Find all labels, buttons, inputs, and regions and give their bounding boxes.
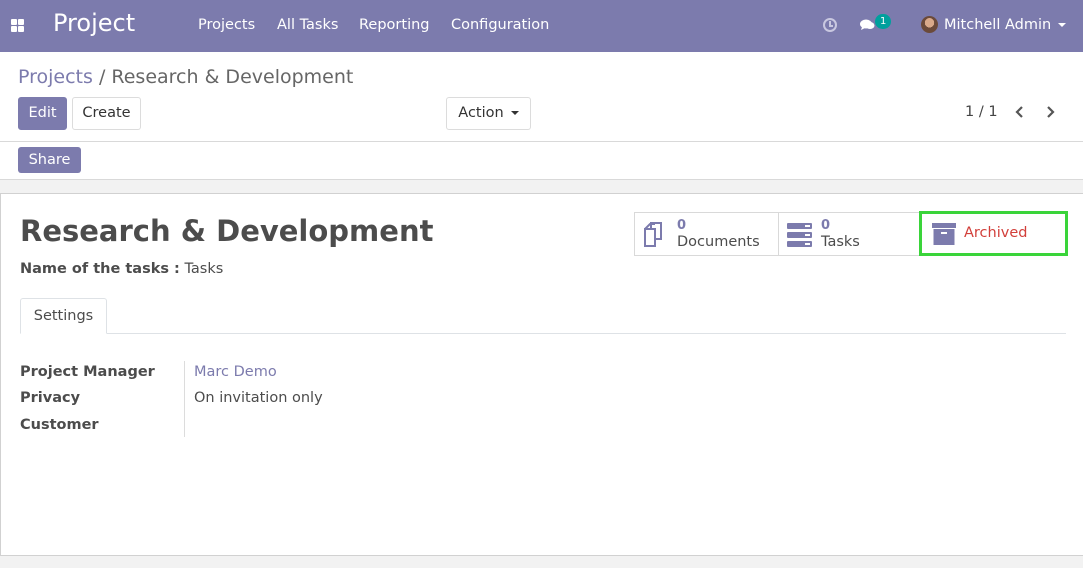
breadcrumb-separator: / [92,66,112,88]
chevron-down-icon [510,111,519,115]
tabs-divider [20,333,1066,334]
user-menu-caret-icon[interactable] [1058,23,1066,27]
chat-count-badge: 1 [875,14,892,29]
documents-label: Documents [677,234,760,250]
privacy-label: Privacy [20,390,81,406]
project-manager-label: Project Manager [20,364,155,380]
record-title: Research & Development [20,214,434,248]
menu-reporting[interactable]: Reporting [359,17,430,33]
top-navbar: Project Projects All Tasks Reporting Con… [0,0,1083,52]
customer-label: Customer [20,417,99,433]
form-sheet: Research & Development Name of the tasks… [0,193,1083,556]
project-manager-link[interactable]: Marc Demo [194,364,277,380]
documents-smart-button[interactable]: 0 Documents [634,212,779,256]
app-brand[interactable]: Project [53,9,135,37]
control-panel-divider [0,141,1083,142]
privacy-value: On invitation only [194,390,323,406]
action-label: Action [458,105,504,121]
tasks-label: Name of the tasks : [20,261,180,277]
activity-clock-icon[interactable] [823,18,837,32]
pager-value[interactable]: 1 / 1 [965,104,998,120]
breadcrumb-projects-link[interactable]: Projects [18,66,93,88]
action-dropdown[interactable]: Action [446,97,531,130]
documents-icon [644,222,662,247]
menu-all-tasks[interactable]: All Tasks [277,17,338,33]
tasks-stat-label: Tasks [821,234,860,250]
tasks-label-value: Tasks [184,261,224,277]
edit-button[interactable]: Edit [18,97,67,130]
archived-label: Archived [964,225,1028,241]
control-panel: Projects / Research & Development Edit C… [0,52,1083,180]
tasks-label-row: Name of the tasks : Tasks [20,261,223,277]
tasks-icon [787,223,812,247]
user-avatar[interactable] [921,16,938,33]
breadcrumb-current: Research & Development [111,66,354,88]
field-separator [184,361,185,437]
create-button[interactable]: Create [72,97,141,130]
documents-count: 0 [677,218,687,233]
menu-projects[interactable]: Projects [198,17,255,33]
tasks-smart-button[interactable]: 0 Tasks [778,212,920,256]
tasks-count: 0 [821,218,831,233]
user-menu[interactable]: Mitchell Admin [944,17,1051,33]
share-button[interactable]: Share [18,147,81,173]
archived-toggle-button[interactable]: Archived [919,211,1068,256]
archive-box-icon [932,223,956,245]
tab-settings[interactable]: Settings [20,298,107,334]
apps-menu-icon[interactable] [11,19,24,32]
pager-next-icon[interactable] [1041,103,1059,121]
smart-button-box: 0 Documents 0 Tasks Archived [634,211,1068,256]
pager-previous-icon[interactable] [1011,103,1029,121]
breadcrumb: Projects / Research & Development [18,66,353,88]
control-panel-bottom-border [0,179,1083,180]
menu-configuration[interactable]: Configuration [451,17,549,33]
chat-icon[interactable] [860,19,875,31]
